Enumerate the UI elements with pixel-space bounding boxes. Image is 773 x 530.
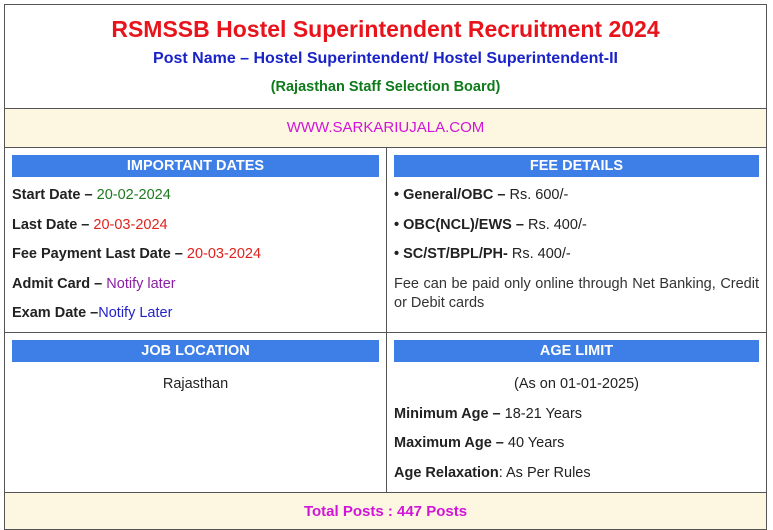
fee-amount: Rs. 400/- [527, 217, 587, 233]
exam-date-value: Notify Later [98, 305, 173, 321]
minimum-age-line: Minimum Age – 18-21 Years [394, 406, 759, 422]
important-dates-heading: IMPORTANT DATES [12, 155, 379, 177]
age-limit-heading: AGE LIMIT [394, 340, 759, 362]
fee-category: • General/OBC – [394, 187, 506, 203]
fee-last-date-value: 20-03-2024 [186, 246, 262, 262]
website-link[interactable]: WWW.SARKARIUJALA.COM [287, 119, 485, 136]
fee-item: • General/OBC – Rs. 600/- [394, 187, 759, 203]
exam-date-label: Exam Date – [12, 305, 99, 321]
exam-date-line: Exam Date –Notify Later [12, 305, 379, 321]
recruitment-table: RSMSSB Hostel Superintendent Recruitment… [4, 4, 767, 530]
maximum-age-value: 40 Years [507, 435, 565, 451]
minimum-age-value: 18-21 Years [504, 406, 583, 422]
fee-details-heading: FEE DETAILS [394, 155, 759, 177]
age-relaxation-label: Age Relaxation [394, 465, 499, 481]
fee-details-cell: FEE DETAILS • General/OBC – Rs. 600/- • … [387, 148, 766, 333]
maximum-age-label: Maximum Age – [394, 435, 504, 451]
website-row: WWW.SARKARIUJALA.COM [5, 109, 766, 148]
last-date-line: Last Date – 20-03-2024 [12, 217, 379, 233]
age-limit-cell: AGE LIMIT (As on 01-01-2025) Minimum Age… [387, 333, 766, 493]
fee-last-date-label: Fee Payment Last Date – [12, 246, 183, 262]
age-as-on-date: (As on 01-01-2025) [514, 376, 639, 392]
total-posts: Total Posts : 447 Posts [303, 503, 468, 520]
start-date-value: 20-02-2024 [96, 187, 171, 203]
board-name: (Rajasthan Staff Selection Board) [270, 79, 501, 95]
admit-card-label: Admit Card – [12, 276, 103, 292]
header-section: RSMSSB Hostel Superintendent Recruitment… [5, 5, 766, 109]
job-location-heading: JOB LOCATION [12, 340, 379, 362]
total-posts-row: Total Posts : 447 Posts [5, 493, 766, 529]
minimum-age-label: Minimum Age – [394, 406, 501, 422]
fee-category: • OBC(NCL)/EWS – [394, 217, 524, 233]
admit-card-value: Notify later [106, 276, 176, 292]
fee-last-date-line: Fee Payment Last Date – 20-03-2024 [12, 246, 379, 262]
job-location-cell: JOB LOCATION Rajasthan [5, 333, 387, 493]
fee-payment-note: Fee can be paid only online through Net … [394, 276, 759, 311]
admit-card-line: Admit Card – Notify later [12, 276, 379, 292]
last-date-label: Last Date – [12, 217, 90, 233]
age-relaxation-line: Age Relaxation: As Per Rules [394, 465, 759, 481]
fee-category: • SC/ST/BPL/PH- [394, 246, 508, 262]
last-date-value: 20-03-2024 [93, 217, 168, 233]
post-name: Post Name – Hostel Superintendent/ Hoste… [153, 50, 618, 67]
age-relaxation-value: : As Per Rules [498, 465, 591, 481]
important-dates-cell: IMPORTANT DATES Start Date – 20-02-2024 … [5, 148, 387, 333]
start-date-line: Start Date – 20-02-2024 [12, 187, 379, 203]
job-location-value: Rajasthan [162, 376, 229, 392]
fee-item: • OBC(NCL)/EWS – Rs. 400/- [394, 217, 759, 233]
start-date-label: Start Date – [12, 187, 93, 203]
fee-amount: Rs. 600/- [509, 187, 569, 203]
fee-item: • SC/ST/BPL/PH- Rs. 400/- [394, 246, 759, 262]
page-title: RSMSSB Hostel Superintendent Recruitment… [111, 16, 660, 42]
fee-amount: Rs. 400/- [511, 246, 571, 262]
maximum-age-line: Maximum Age – 40 Years [394, 435, 759, 451]
